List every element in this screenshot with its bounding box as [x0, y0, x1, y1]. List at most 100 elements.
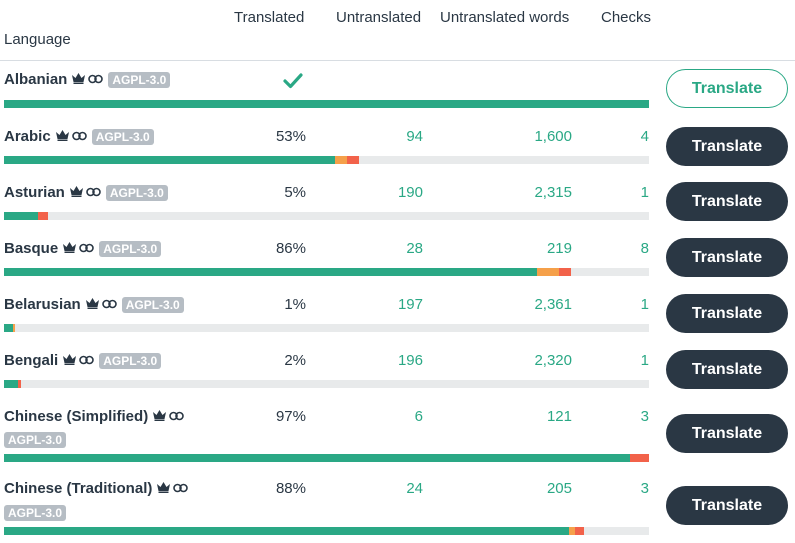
translated-percent[interactable]: 1% [284, 296, 306, 313]
translated-percent[interactable]: 5% [284, 184, 306, 201]
checks-count[interactable]: 1 [641, 352, 649, 369]
header-checks[interactable]: Checks [601, 9, 651, 26]
link-icon[interactable] [79, 352, 94, 369]
progress-bar [4, 380, 649, 388]
link-icon[interactable] [79, 240, 94, 257]
link-icon[interactable] [86, 184, 101, 201]
crown-icon [62, 240, 77, 257]
translate-button[interactable]: Translate [666, 414, 788, 453]
progress-translated [4, 454, 631, 462]
checks-count[interactable]: 4 [641, 128, 649, 145]
untranslated-words-count[interactable]: 1,600 [534, 128, 572, 145]
progress-bar [4, 454, 649, 462]
license-badge[interactable]: AGPL-3.0 [4, 505, 67, 521]
untranslated-words-count[interactable]: 205 [547, 480, 572, 497]
license-badge[interactable]: AGPL-3.0 [108, 71, 171, 88]
table-row: Chinese (Traditional) AGPL-3.0 88% 24 20… [0, 468, 795, 543]
translate-button[interactable]: Translate [666, 127, 788, 166]
untranslated-count[interactable]: 196 [398, 352, 423, 369]
language-name[interactable]: Basque [4, 240, 58, 257]
translate-button[interactable]: Translate [666, 350, 788, 389]
progress-translated [4, 268, 537, 276]
translate-button[interactable]: Translate [666, 182, 788, 221]
checks-count[interactable]: 1 [641, 184, 649, 201]
language-name[interactable]: Belarusian [4, 296, 81, 313]
license-badge[interactable]: AGPL-3.0 [91, 128, 154, 145]
progress-error [575, 527, 585, 535]
license-badge[interactable]: AGPL-3.0 [99, 240, 162, 257]
untranslated-count[interactable]: 28 [406, 240, 423, 257]
progress-bar [4, 212, 649, 220]
untranslated-count[interactable]: 190 [398, 184, 423, 201]
progress-translated [4, 212, 39, 220]
language-name[interactable]: Chinese (Traditional) [4, 480, 152, 497]
link-icon[interactable] [88, 71, 104, 88]
untranslated-count[interactable]: 6 [415, 408, 423, 425]
header-language[interactable]: Language [4, 31, 71, 48]
language-name[interactable]: Asturian [4, 184, 65, 201]
translated-percent[interactable]: 2% [284, 352, 306, 369]
license-badge[interactable]: AGPL-3.0 [99, 352, 162, 369]
untranslated-count[interactable]: 197 [398, 296, 423, 313]
progress-error [18, 380, 21, 388]
untranslated-words-count[interactable]: 121 [547, 408, 572, 425]
language-cell: Basque AGPL-3.0 [4, 240, 162, 257]
table-row: Albanian AGPL-3.0 Translate [0, 60, 795, 116]
language-cell: Albanian AGPL-3.0 [4, 71, 171, 88]
language-cell: Arabic AGPL-3.0 [4, 128, 154, 145]
translated-percent[interactable]: 53% [276, 128, 306, 145]
license-badge[interactable]: AGPL-3.0 [4, 432, 67, 448]
progress-bar [4, 324, 649, 332]
crown-icon [152, 408, 167, 425]
translated-percent[interactable]: 86% [276, 240, 306, 257]
checks-count[interactable]: 8 [641, 240, 649, 257]
progress-error [347, 156, 360, 164]
progress-error [558, 268, 571, 276]
link-icon[interactable] [173, 480, 189, 497]
language-cell: Chinese (Simplified) [4, 408, 186, 425]
language-name[interactable]: Chinese (Simplified) [4, 408, 148, 425]
table-row: Basque AGPL-3.0 86% 28 219 8 Translate [0, 228, 795, 284]
translate-button[interactable]: Translate [666, 69, 788, 108]
link-icon[interactable] [169, 408, 184, 425]
crown-icon [85, 296, 100, 313]
language-name[interactable]: Arabic [4, 128, 51, 145]
untranslated-words-count[interactable]: 219 [547, 240, 572, 257]
table-row: Belarusian AGPL-3.0 1% 197 2,361 1 Trans… [0, 284, 795, 340]
untranslated-words-count[interactable]: 2,361 [534, 296, 572, 313]
untranslated-count[interactable]: 94 [406, 128, 423, 145]
crown-icon [62, 352, 77, 369]
language-name[interactable]: Albanian [4, 71, 67, 88]
translate-button[interactable]: Translate [666, 238, 788, 277]
header-translated[interactable]: Translated [234, 9, 304, 26]
progress-bar [4, 527, 649, 535]
untranslated-words-count[interactable]: 2,320 [534, 352, 572, 369]
language-name[interactable]: Bengali [4, 352, 58, 369]
progress-bar [4, 100, 649, 108]
progress-warning [334, 156, 348, 164]
translated-percent[interactable]: 97% [276, 408, 306, 425]
link-icon[interactable] [71, 128, 87, 145]
progress-translated [4, 156, 335, 164]
license-badge[interactable]: AGPL-3.0 [121, 296, 184, 313]
header-untranslated-words[interactable]: Untranslated words [440, 9, 569, 26]
translated-percent[interactable]: 88% [276, 480, 306, 497]
progress-warning [13, 324, 15, 332]
progress-bar [4, 268, 649, 276]
untranslated-count[interactable]: 24 [406, 480, 423, 497]
progress-translated [4, 527, 570, 535]
header-untranslated[interactable]: Untranslated [336, 9, 421, 26]
checks-count[interactable]: 3 [641, 480, 649, 497]
translate-button[interactable]: Translate [666, 294, 788, 333]
untranslated-words-count[interactable]: 2,315 [534, 184, 572, 201]
link-icon[interactable] [101, 296, 117, 313]
license-badge[interactable]: AGPL-3.0 [105, 184, 168, 201]
crown-icon [69, 184, 84, 201]
translate-button[interactable]: Translate [666, 486, 788, 525]
checks-count[interactable]: 3 [641, 408, 649, 425]
crown-icon [71, 71, 86, 88]
checks-count[interactable]: 1 [641, 296, 649, 313]
progress-bar [4, 156, 649, 164]
checkmark-icon [283, 72, 303, 95]
progress-warning [536, 268, 559, 276]
